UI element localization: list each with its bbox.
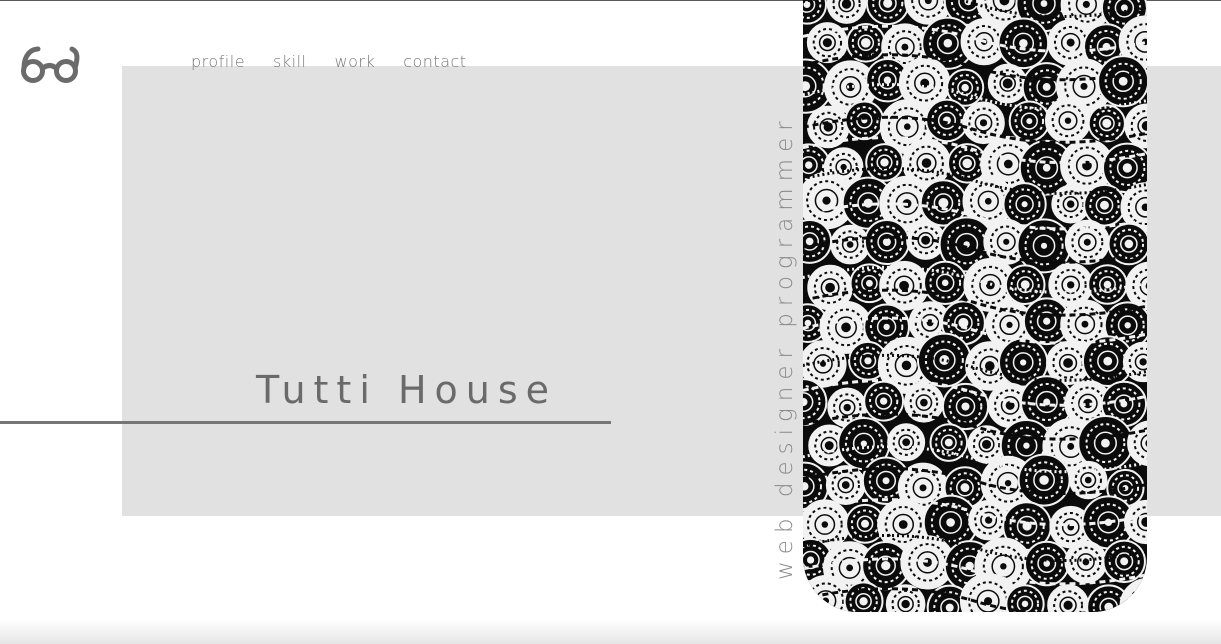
nav-contact-link[interactable]: contact [403, 52, 466, 71]
doodle-pattern-graphic [803, 0, 1147, 612]
nav-profile-link[interactable]: profile [191, 52, 245, 71]
decorative-pattern-image [803, 0, 1147, 612]
nav-work-link[interactable]: work [334, 52, 375, 71]
glasses-icon[interactable] [18, 44, 84, 84]
main-nav: profile skill work contact [191, 52, 467, 71]
title-underline [0, 421, 611, 424]
bottom-shadow [0, 620, 1221, 644]
nav-skill-link[interactable]: skill [273, 52, 306, 71]
site-title: Tutti House [256, 368, 558, 412]
roles-vertical-text: web designer programmer [772, 114, 798, 580]
